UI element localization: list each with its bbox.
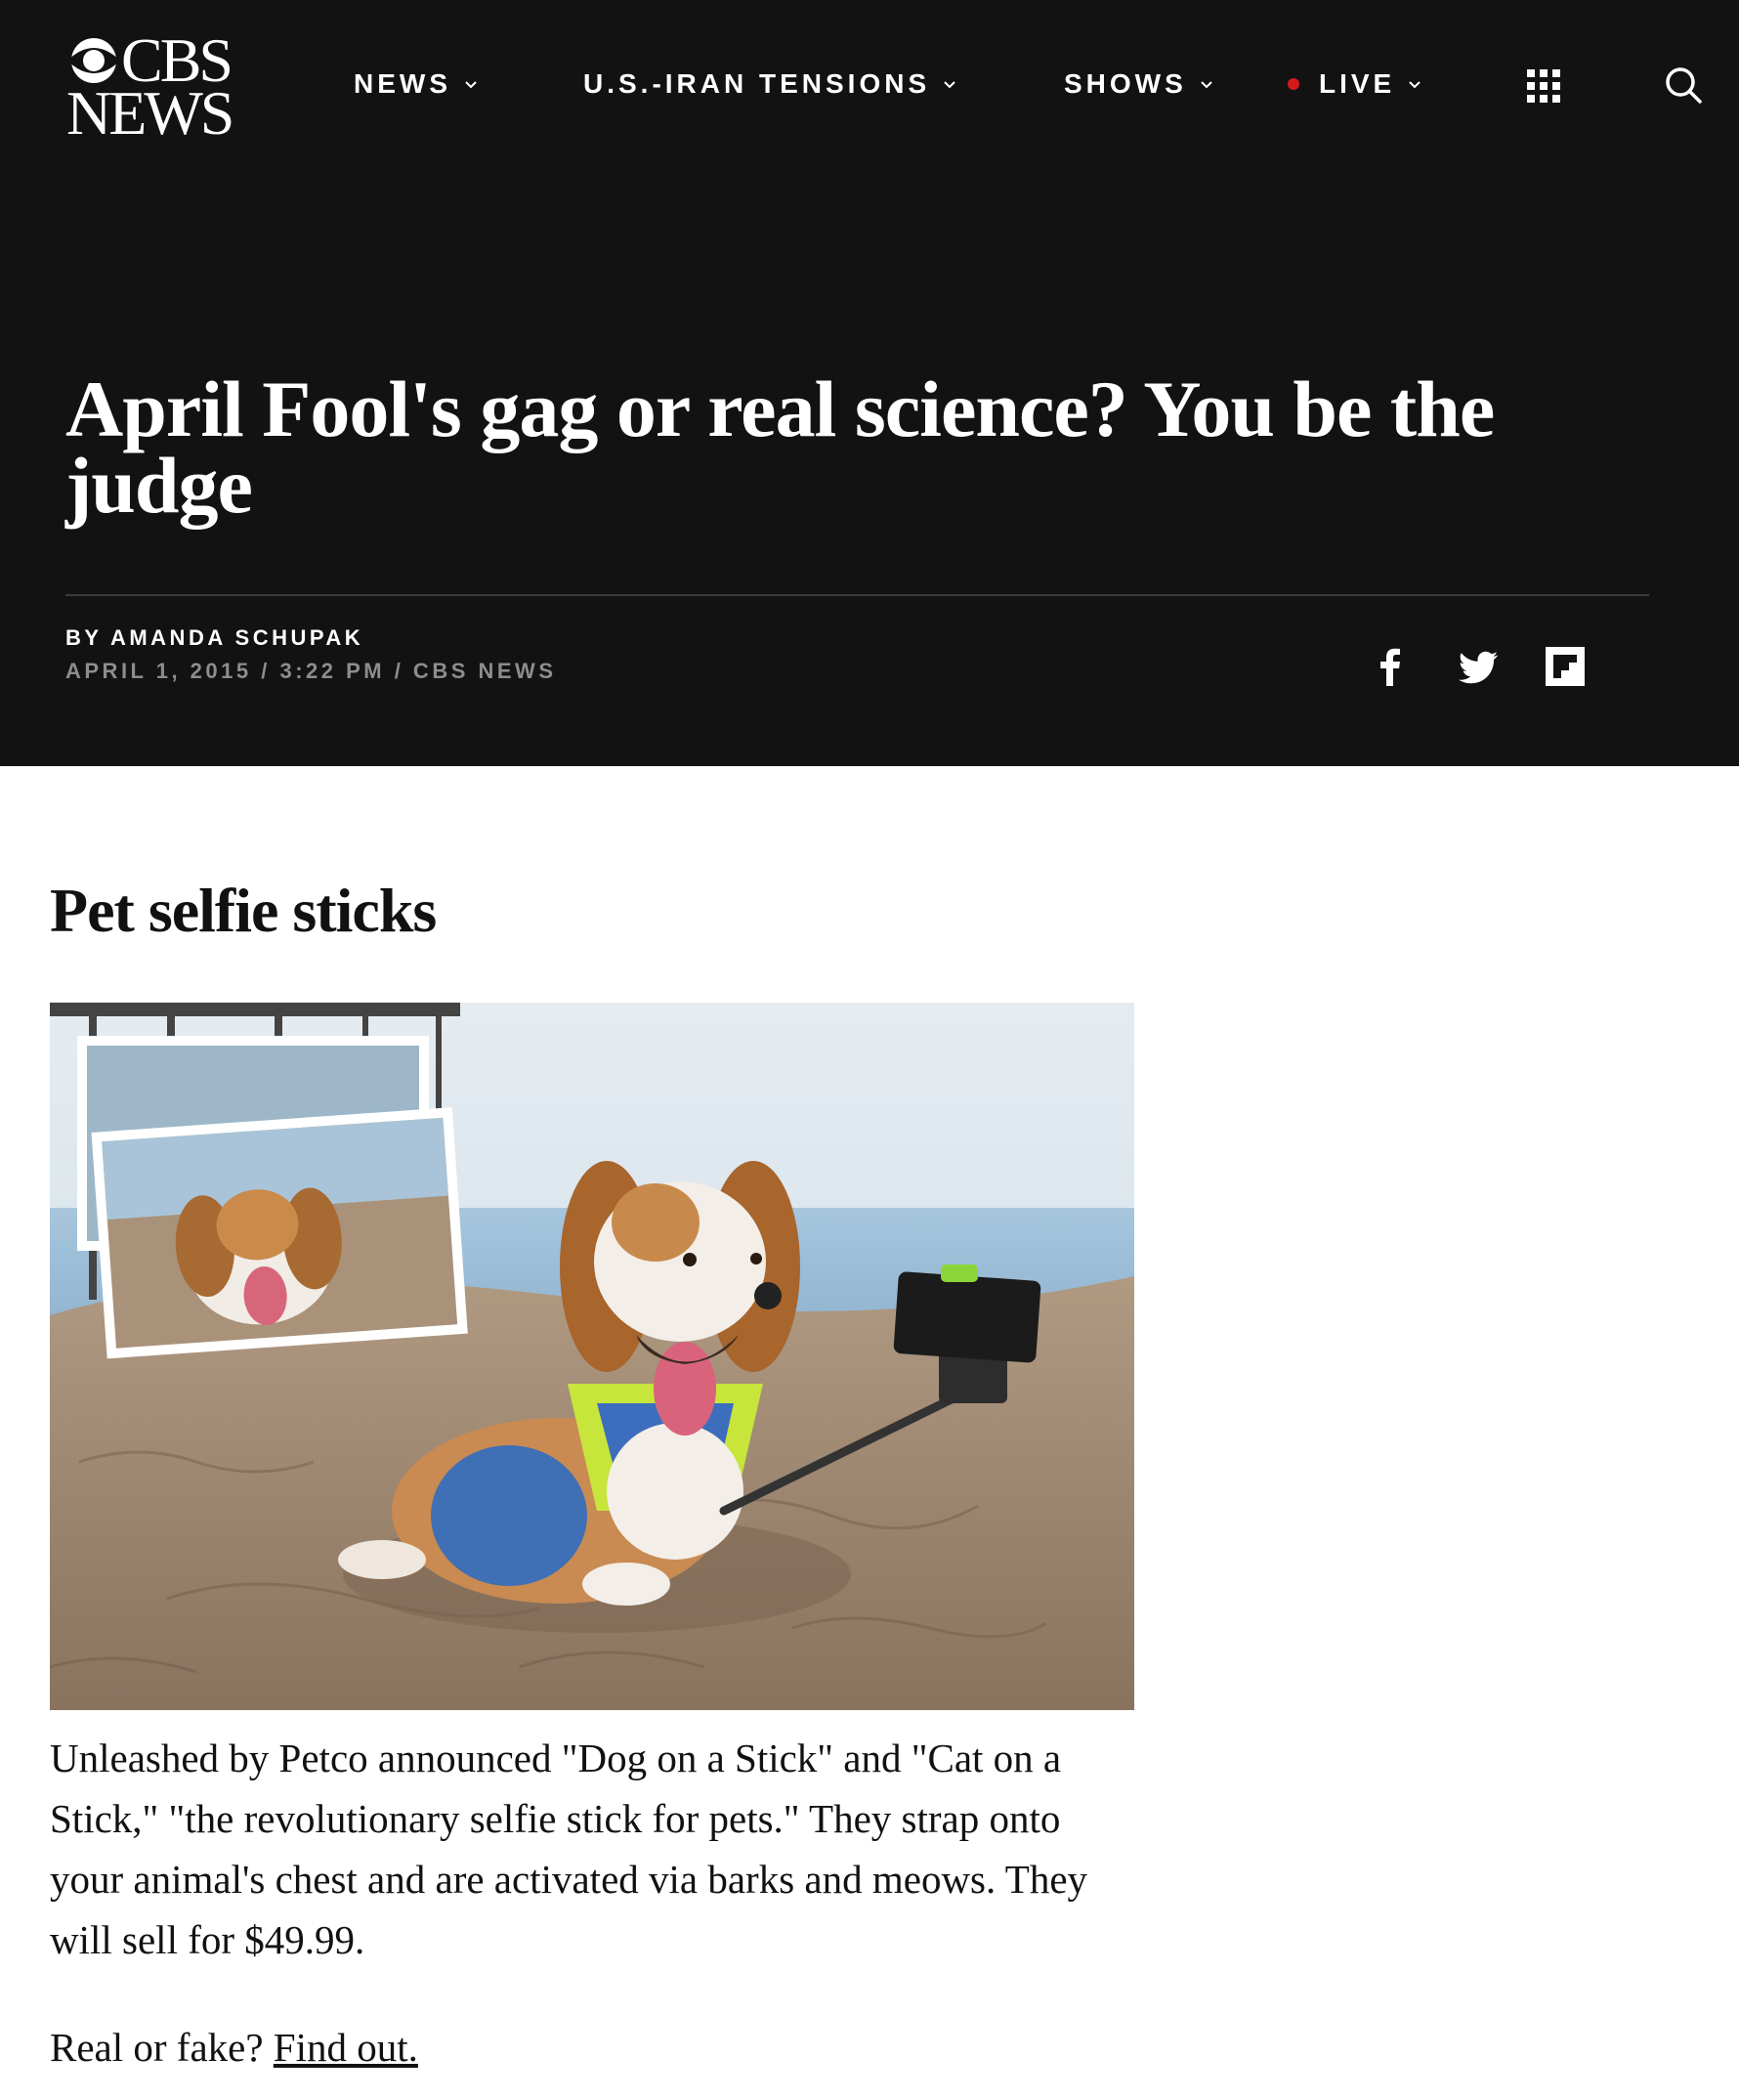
cbs-eye-icon	[67, 38, 120, 83]
facebook-icon[interactable]	[1367, 643, 1414, 690]
chevron-down-icon	[465, 81, 477, 89]
article-paragraph: Unleashed by Petco announced "Dog on a S…	[50, 1736, 1088, 1962]
live-indicator-dot	[1288, 78, 1299, 90]
real-or-fake-prefix: Real or fake?	[50, 2025, 274, 2070]
logo-news-text: NEWS	[66, 78, 234, 148]
chevron-down-icon	[944, 81, 955, 89]
article-header: CBS NEWS NEWS U.S.-IRAN TENSIONS SHOWS L…	[0, 0, 1739, 766]
real-or-fake-line: Real or fake? Find out.	[50, 2017, 418, 2078]
chevron-down-icon	[1201, 81, 1212, 89]
nav-us-iran-tensions[interactable]: U.S.-IRAN TENSIONS	[583, 64, 957, 104]
cbs-news-logo[interactable]: CBS NEWS	[64, 29, 234, 148]
dog-selfie-stick-photo	[50, 1003, 1134, 1710]
search-icon[interactable]	[1664, 65, 1703, 105]
nav-shows-label: SHOWS	[1064, 68, 1187, 99]
nav-live[interactable]: LIVE	[1288, 64, 1422, 104]
nav-live-label: LIVE	[1319, 68, 1396, 99]
article-headline: April Fool's gag or real science? You be…	[65, 364, 1495, 530]
author-byline: BY AMANDA SCHUPAK	[65, 625, 364, 650]
nav-news-label: NEWS	[354, 68, 451, 99]
nav-news[interactable]: NEWS	[354, 64, 479, 104]
section-title: Pet selfie sticks	[50, 876, 437, 945]
chevron-down-icon	[1409, 81, 1421, 89]
nav-shows[interactable]: SHOWS	[1064, 64, 1214, 104]
header-divider	[65, 594, 1649, 596]
apps-grid-icon[interactable]	[1527, 69, 1560, 103]
find-out-link[interactable]: Find out.	[274, 2025, 418, 2070]
article-dateline: APRIL 1, 2015 / 3:22 PM / CBS NEWS	[65, 659, 557, 683]
flipboard-icon[interactable]	[1542, 643, 1589, 690]
nav-us-iran-tensions-label: U.S.-IRAN TENSIONS	[583, 68, 931, 99]
twitter-icon[interactable]	[1455, 643, 1502, 690]
